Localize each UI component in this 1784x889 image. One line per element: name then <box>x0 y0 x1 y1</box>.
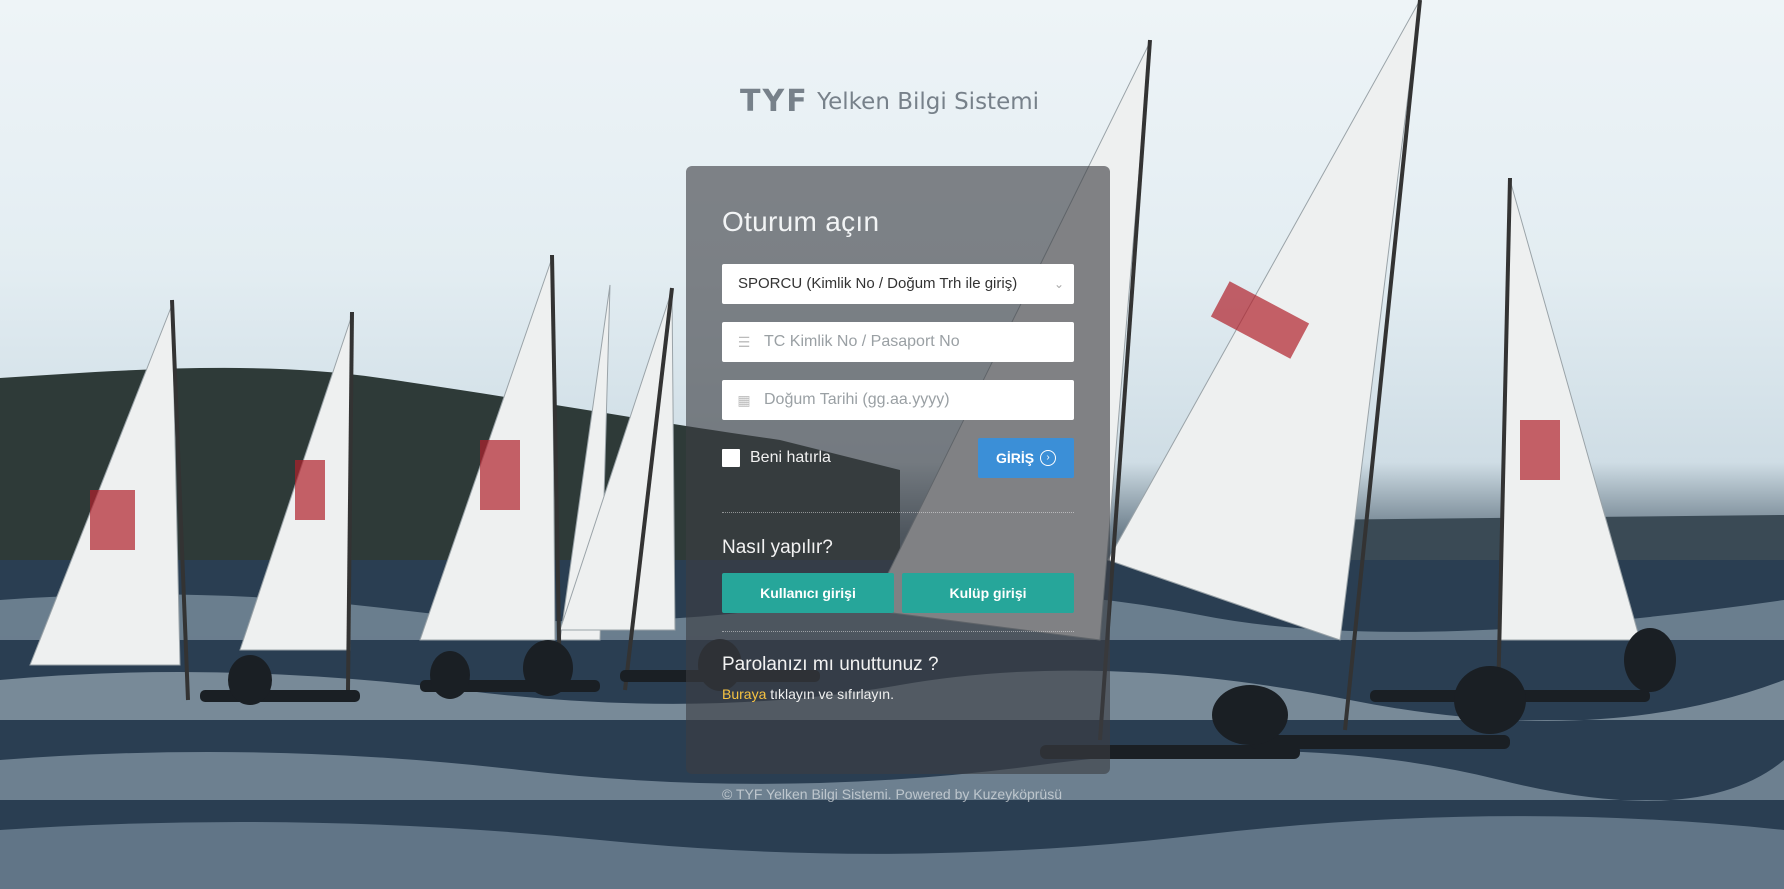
club-login-button[interactable]: Kulüp girişi <box>902 573 1074 613</box>
footer-copyright: © TYF Yelken Bilgi Sistemi. Powered by K… <box>722 786 1062 802</box>
reset-text: tıklayın ve sıfırlayın. <box>766 686 894 702</box>
help-title: Nasıl yapılır? <box>722 537 833 558</box>
birthdate-input[interactable] <box>762 390 1060 410</box>
user-login-button[interactable]: Kullanıcı girişi <box>722 573 894 613</box>
remember-checkbox[interactable] <box>722 449 740 467</box>
birthdate-field[interactable]: ▦ <box>722 380 1074 420</box>
logo-mark: TYF <box>740 84 809 119</box>
calendar-icon: ▦ <box>737 392 751 408</box>
login-title: Oturum açın <box>722 206 880 237</box>
reset-link[interactable]: Buraya <box>722 686 766 702</box>
login-button[interactable]: GİRİŞ › <box>978 438 1074 478</box>
chevron-down-icon: ⌄ <box>1053 277 1064 291</box>
login-button-label: GİRİŞ <box>995 450 1035 466</box>
remember-me[interactable]: Beni hatırla <box>722 449 831 467</box>
user-type-select[interactable]: SPORCU (Kimlik No / Doğum Trh ile giriş)… <box>722 264 1074 304</box>
login-panel: Oturum açın SPORCU (Kimlik No / Doğum Tr… <box>686 166 1110 774</box>
id-number-input[interactable] <box>762 332 1060 352</box>
arrow-right-circle-icon: › <box>1040 450 1057 466</box>
system-name: Yelken Bilgi Sistemi <box>817 88 1040 115</box>
id-number-field[interactable]: ☰ <box>722 322 1074 362</box>
user-type-value: SPORCU (Kimlik No / Doğum Trh ile giriş) <box>738 275 1018 292</box>
reset-instructions: Buraya tıklayın ve sıfırlayın. <box>722 686 1074 702</box>
brand-logo: TYF Yelken Bilgi Sistemi <box>740 84 1060 124</box>
remember-label: Beni hatırla <box>750 449 831 466</box>
forgot-password-title: Parolanızı mı unuttunuz ? <box>722 654 939 675</box>
id-card-icon: ☰ <box>737 334 751 350</box>
divider <box>722 631 1074 632</box>
divider <box>722 512 1074 513</box>
